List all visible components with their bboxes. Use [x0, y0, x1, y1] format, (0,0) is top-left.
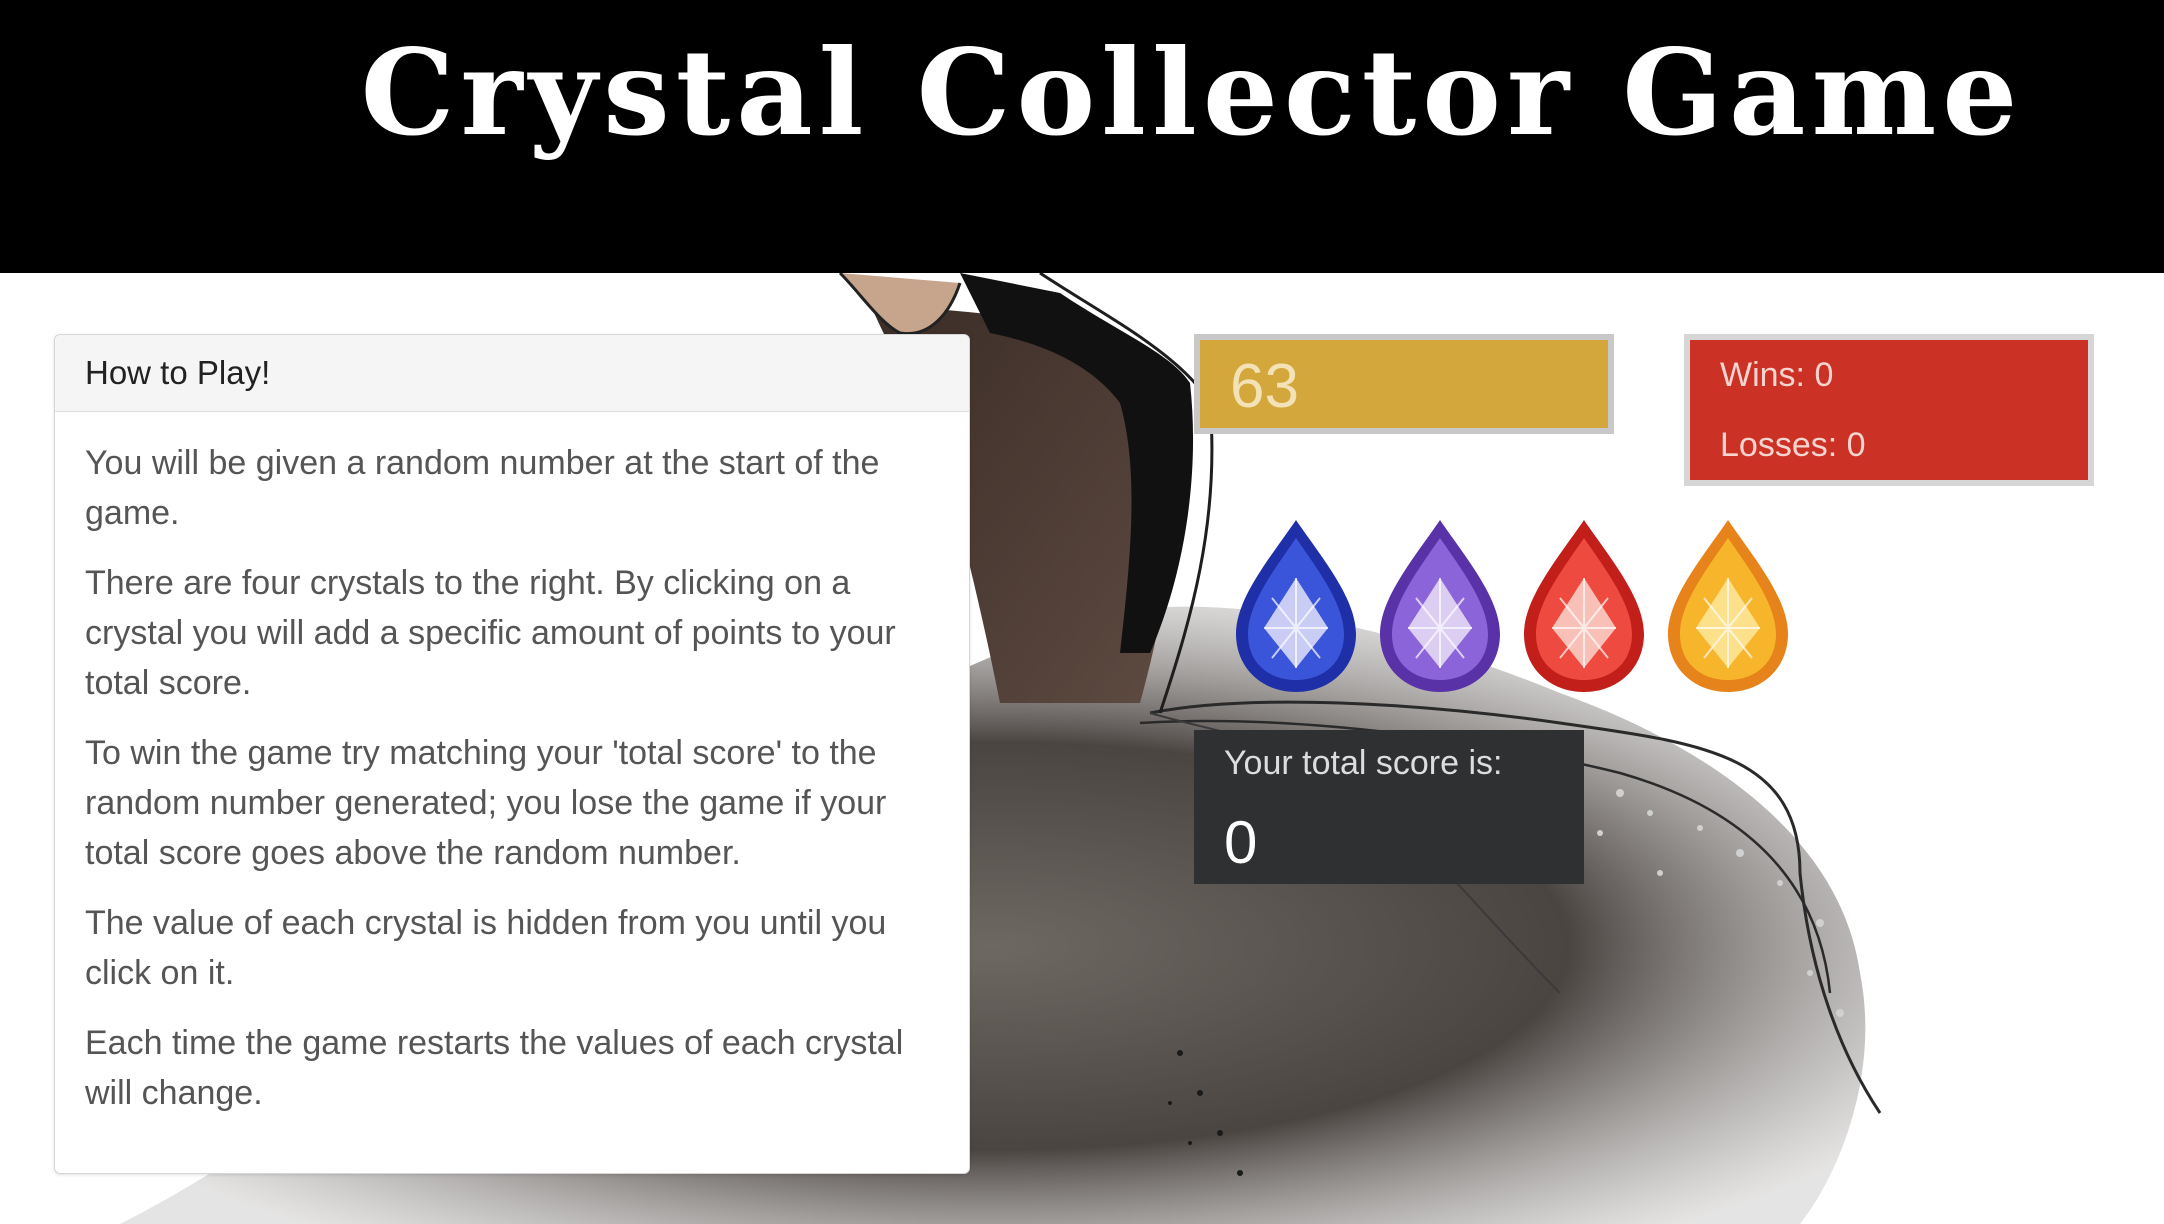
scoreboard: Wins: 0 Losses: 0	[1684, 334, 2094, 486]
total-score-box: Your total score is: 0	[1194, 730, 1584, 884]
instructions-panel: How to Play! You will be given a random …	[54, 334, 970, 1174]
random-number-box: 63	[1194, 334, 1614, 434]
instructions-paragraph: To win the game try matching your 'total…	[85, 734, 887, 872]
blue-crystal-icon[interactable]	[1232, 518, 1360, 694]
instructions-body: You will be given a random number at the…	[55, 412, 969, 1118]
instructions-paragraph: The value of each crystal is hidden from…	[85, 904, 887, 992]
instructions-paragraph: You will be given a random number at the…	[85, 444, 880, 532]
random-number: 63	[1230, 352, 1299, 421]
orange-crystal-icon[interactable]	[1664, 518, 1792, 694]
page-title: Crystal Collector Game	[360, 23, 2024, 162]
instructions-paragraph: Each time the game restarts the values o…	[85, 1024, 904, 1112]
crystal-row	[1232, 518, 1792, 696]
instructions-paragraph: There are four crystals to the right. By…	[85, 564, 896, 702]
instructions-heading: How to Play!	[55, 335, 969, 412]
red-crystal-icon[interactable]	[1520, 518, 1648, 694]
wins-counter: Wins: 0	[1720, 356, 1834, 394]
page-header: Crystal Collector Game	[0, 0, 2164, 273]
total-score-label: Your total score is:	[1224, 744, 1503, 782]
total-score-value: 0	[1224, 809, 1258, 876]
purple-crystal-icon[interactable]	[1376, 518, 1504, 694]
losses-counter: Losses: 0	[1720, 426, 1866, 464]
